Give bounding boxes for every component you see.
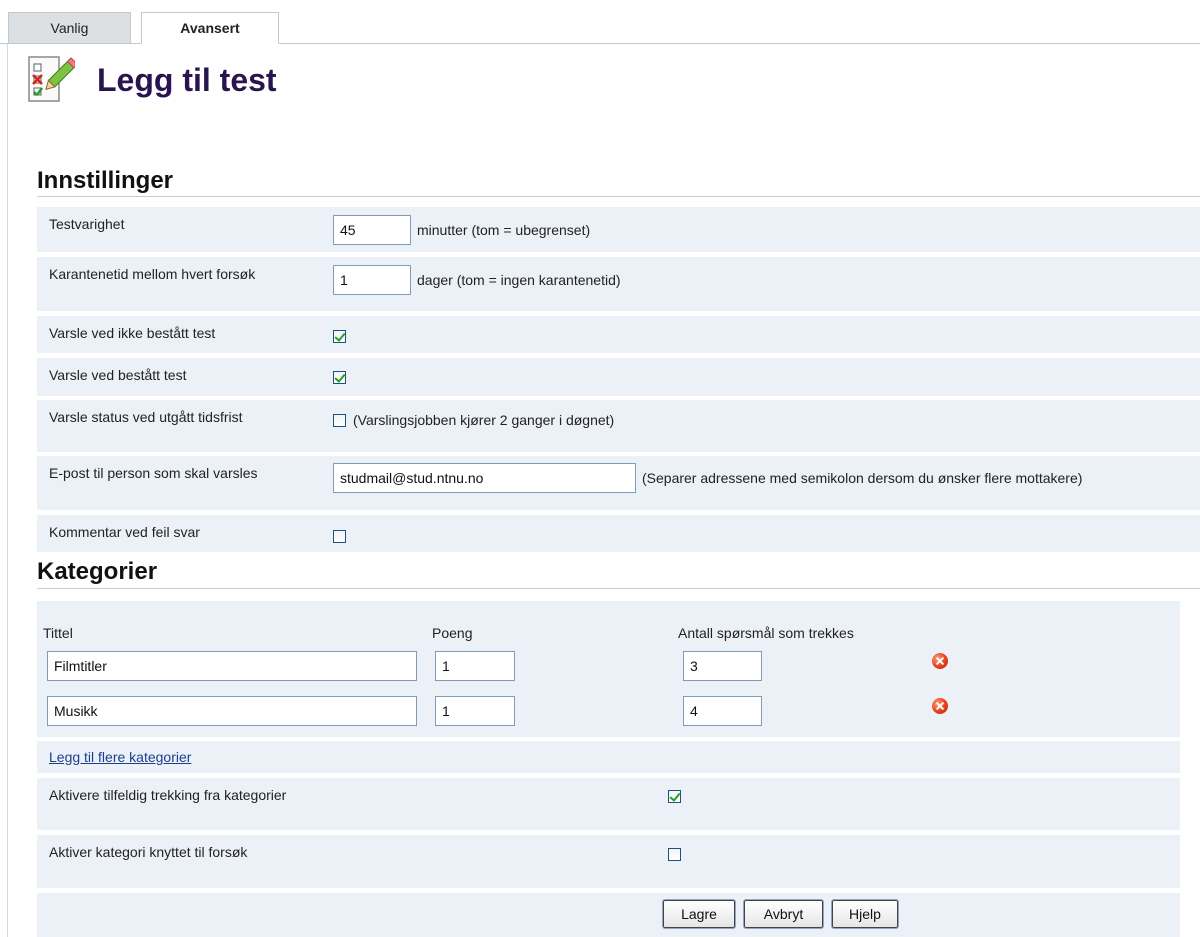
help-button[interactable]: Hjelp [831,899,899,929]
col-points-header: Poeng [432,625,473,641]
tab-vanlig[interactable]: Vanlig [8,12,131,43]
random-draw-checkbox[interactable] [668,790,681,803]
notify-fail-checkbox[interactable] [333,330,346,343]
categories-divider [37,588,1200,589]
email-input[interactable] [333,463,636,493]
action-bar: Lagre Avbryt Hjelp [37,893,1180,937]
cancel-button[interactable]: Avbryt [743,899,824,929]
col-count-header: Antall spørsmål som trekkes [678,625,854,641]
categories-table: Tittel Poeng Antall spørsmål som trekkes [37,601,1180,737]
content-left-border [7,44,8,937]
setting-row-quarantine: Karantenetid mellom hvert forsøk dager (… [37,257,1200,311]
quarantine-label: Karantenetid mellom hvert forsøk [49,266,256,282]
category-per-attempt-row: Aktiver kategori knyttet til forsøk [37,835,1180,888]
category-count-input[interactable] [683,696,762,726]
random-draw-label: Aktivere tilfeldig trekking fra kategori… [49,787,287,803]
setting-row-email: E-post til person som skal varsles (Sepa… [37,456,1200,510]
random-draw-row: Aktivere tilfeldig trekking fra kategori… [37,778,1180,830]
setting-row-duration: Testvarighet minutter (tom = ubegrenset) [37,207,1200,252]
duration-input[interactable] [333,215,411,245]
notify-pass-label: Varsle ved bestått test [49,367,187,383]
category-points-input[interactable] [435,696,515,726]
quarantine-input[interactable] [333,265,411,295]
setting-row-notify-pass: Varsle ved bestått test [37,358,1200,396]
duration-label: Testvarighet [49,216,125,232]
tab-bar: Vanlig Avansert [0,0,1200,44]
quarantine-hint: dager (tom = ingen karantenetid) [417,272,621,288]
setting-row-comment-wrong: Kommentar ved feil svar [37,515,1200,552]
comment-wrong-checkbox[interactable] [333,530,346,543]
settings-divider [37,196,1200,197]
email-hint: (Separer adressene med semikolon dersom … [642,470,1083,486]
save-button[interactable]: Lagre [662,899,736,929]
add-categories-row: Legg til flere kategorier [37,741,1180,773]
page-title: Legg til test [97,62,277,98]
notify-fail-label: Varsle ved ikke bestått test [49,325,216,341]
notify-deadline-label: Varsle status ved utgått tidsfrist [49,409,243,425]
duration-hint: minutter (tom = ubegrenset) [417,222,591,238]
category-title-input[interactable] [47,651,417,681]
setting-row-notify-fail: Varsle ved ikke bestått test [37,316,1200,353]
add-categories-link[interactable]: Legg til flere kategorier [49,749,191,765]
category-per-attempt-checkbox[interactable] [668,848,681,861]
categories-heading: Kategorier [37,558,158,585]
email-label: E-post til person som skal varsles [49,465,258,481]
delete-category-icon[interactable] [932,698,948,714]
category-title-input[interactable] [47,696,417,726]
col-title-header: Tittel [43,625,73,641]
checklist-edit-icon [25,55,79,107]
category-per-attempt-label: Aktiver kategori knyttet til forsøk [49,844,248,860]
notify-deadline-checkbox[interactable] [333,413,346,427]
category-count-input[interactable] [683,651,762,681]
notify-pass-checkbox[interactable] [333,371,346,384]
notify-deadline-hint: (Varslingsjobben kjører 2 ganger i døgne… [353,412,615,428]
settings-heading: Innstillinger [37,167,174,194]
comment-wrong-label: Kommentar ved feil svar [49,524,200,540]
delete-category-icon[interactable] [932,653,948,669]
tab-avansert[interactable]: Avansert [141,12,279,44]
setting-row-notify-deadline: Varsle status ved utgått tidsfrist (Vars… [37,400,1200,452]
category-points-input[interactable] [435,651,515,681]
